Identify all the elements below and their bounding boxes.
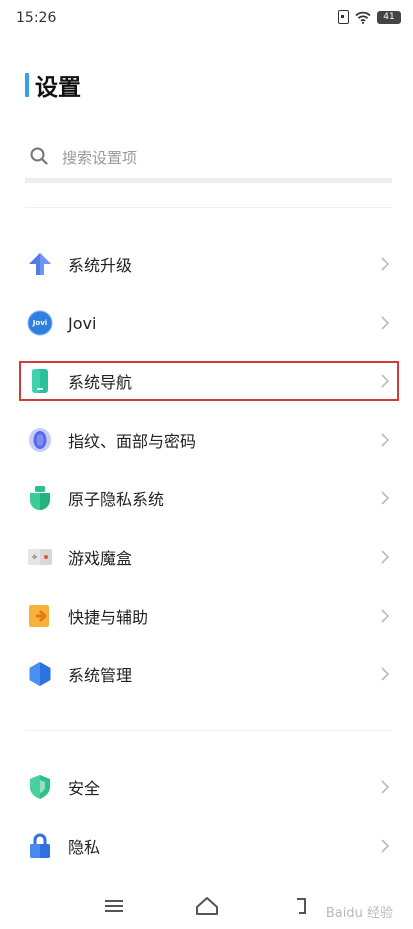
chevron-right-icon (381, 257, 390, 271)
setting-item-jovi[interactable]: Jovi Jovi (20, 300, 401, 346)
section-divider (25, 207, 392, 208)
chevron-right-icon (381, 433, 390, 447)
setting-item-security[interactable]: 安全 (20, 764, 401, 810)
sim-card-icon (338, 10, 349, 24)
setting-item-atomic-privacy[interactable]: 原子隐私系统 (20, 475, 401, 521)
wifi-icon (355, 11, 371, 24)
status-time: 15:26 (16, 10, 57, 26)
menu-icon (105, 900, 123, 912)
setting-item-system-management[interactable]: 系统管理 (20, 651, 401, 697)
chevron-right-icon (381, 667, 390, 681)
shield-badge-icon (27, 485, 53, 511)
chevron-right-icon (381, 316, 390, 330)
jovi-icon: Jovi (27, 310, 53, 336)
arrow-up-icon (27, 251, 53, 277)
chevron-right-icon (381, 609, 390, 623)
battery-icon: 41 (377, 10, 401, 24)
setting-item-label: 隐私 (68, 838, 101, 857)
setting-item-label: 原子隐私系统 (68, 490, 165, 509)
chevron-right-icon (381, 550, 390, 564)
shield-icon (27, 774, 53, 800)
setting-item-label: 快捷与辅助 (68, 608, 149, 627)
back-button[interactable] (286, 891, 316, 921)
section-divider (25, 730, 392, 731)
setting-item-shortcuts-accessibility[interactable]: 快捷与辅助 (20, 593, 401, 639)
setting-item-system-upgrade[interactable]: 系统升级 (20, 241, 401, 287)
lock-icon (27, 833, 53, 859)
status-bar: 15:26 41 (0, 0, 413, 38)
setting-item-label: 系统导航 (68, 373, 133, 392)
setting-item-label: 系统管理 (68, 666, 133, 685)
hexagon-icon (27, 661, 53, 687)
setting-item-label: 游戏魔盒 (68, 549, 133, 568)
setting-item-system-navigation[interactable]: 系统导航 (20, 358, 401, 404)
watermark: Baidu 经验 (325, 906, 393, 921)
navigation-bar: Baidu 经验 (0, 885, 413, 929)
title-accent-bar (25, 73, 29, 97)
chevron-right-icon (381, 839, 390, 853)
setting-item-label: Jovi (68, 313, 97, 333)
shortcut-icon (27, 603, 53, 629)
search-input[interactable]: 搜索设置项 (25, 138, 392, 183)
home-icon (196, 897, 218, 915)
setting-item-label: 系统升级 (68, 256, 133, 275)
setting-item-label: 指纹、面部与密码 (68, 432, 197, 451)
setting-item-fingerprint-face-password[interactable]: 指纹、面部与密码 (20, 417, 401, 463)
page-title: 设置 (35, 75, 81, 101)
fingerprint-icon (27, 427, 53, 453)
chevron-right-icon (381, 491, 390, 505)
search-placeholder: 搜索设置项 (62, 149, 138, 167)
search-icon (30, 147, 48, 165)
status-icons: 41 (338, 10, 401, 24)
home-button[interactable] (192, 891, 222, 921)
setting-item-game-box[interactable]: 游戏魔盒 (20, 534, 401, 580)
jovi-badge-text: Jovi (32, 319, 48, 327)
setting-item-label: 安全 (68, 779, 101, 798)
chevron-right-icon (381, 374, 390, 388)
gamepad-icon (27, 544, 53, 570)
menu-button[interactable] (99, 891, 129, 921)
page-header: 设置 (25, 68, 81, 102)
chevron-right-icon (381, 780, 390, 794)
phone-icon (27, 368, 53, 394)
setting-item-privacy[interactable]: 隐私 (20, 823, 401, 869)
back-icon (297, 898, 306, 914)
